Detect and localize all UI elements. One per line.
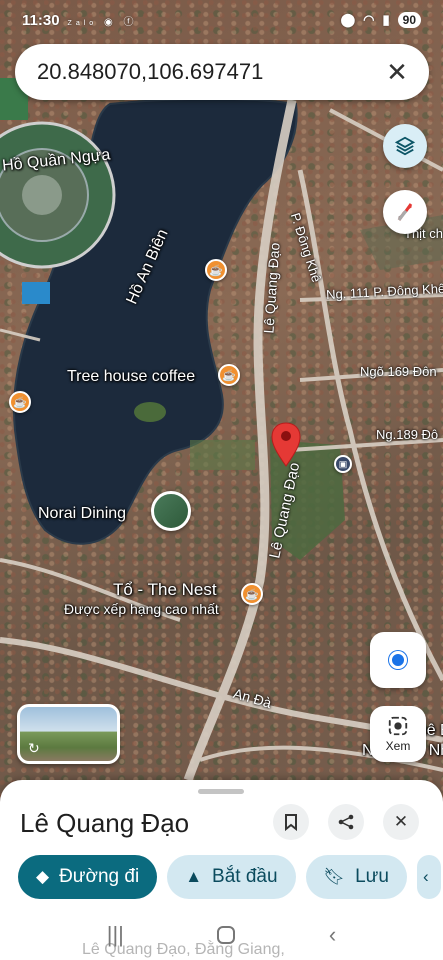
map-label-norai-dining[interactable]: Norai Dining — [38, 505, 126, 523]
compass-icon — [397, 203, 413, 221]
home-icon[interactable] — [217, 926, 236, 944]
island — [134, 402, 166, 422]
cafe-poi-icon-left[interactable]: ☕ — [9, 391, 31, 413]
close-sheet-button[interactable]: ✕ — [383, 804, 419, 840]
status-time: 11:30 — [22, 11, 60, 29]
layers-icon — [394, 136, 416, 156]
back-icon[interactable]: ‹ — [329, 922, 336, 948]
street-view-icon — [388, 716, 408, 736]
street-view-button[interactable]: Xem — [370, 706, 426, 762]
share-icon: ‹ — [422, 867, 429, 886]
battery-icon: 90 — [397, 12, 421, 28]
bookmark-icon: 🔖︎ — [323, 867, 346, 886]
save-button[interactable]: 🔖︎ Lưu — [305, 855, 407, 899]
share-icon — [338, 814, 354, 830]
bookmark-icon — [285, 814, 297, 831]
location-dot-icon — [389, 651, 407, 669]
directions-icon: ◆ — [36, 867, 50, 886]
road-label-ng189: Ng.189 Đô — [376, 427, 439, 442]
status-bar: 11:30 Zalo ◉ ⓕ ⬤ ◠ ▮ 90 — [0, 0, 443, 40]
signal-icon: ▮ — [382, 12, 390, 27]
place-bottom-sheet[interactable]: Lê Quang Đạo ✕ ◆ Đường đi ▲ Bắt đầu 🔖︎ L… — [0, 780, 443, 960]
cafe-poi-icon[interactable]: ☕ — [205, 259, 227, 281]
directions-button[interactable]: ◆ Đường đi — [18, 855, 158, 899]
share-chip-button[interactable]: ‹ — [416, 855, 441, 899]
navigation-arrow-icon: ▲ — [185, 867, 203, 886]
street-view-label: Xem — [385, 739, 411, 753]
map-label-the-nest[interactable]: Tổ - The Nest — [113, 580, 217, 600]
system-nav-bar: ||| ‹ — [0, 910, 443, 960]
street-view-thumbnail[interactable]: ↻ — [17, 704, 120, 764]
cafe-poi-icon-the-nest[interactable]: ☕ — [241, 583, 263, 605]
start-button[interactable]: ▲ Bắt đầu — [167, 855, 296, 899]
notification-icons: Zalo ◉ ⓕ — [68, 13, 138, 28]
share-button[interactable] — [328, 804, 364, 840]
save-label: Lưu — [355, 866, 389, 887]
norai-photo-marker[interactable] — [151, 491, 191, 531]
map-label-tree-house-coffee[interactable]: Tree house coffee — [67, 368, 195, 386]
drag-handle[interactable] — [198, 789, 244, 794]
directions-label: Đường đi — [59, 866, 140, 887]
facebook-icon: ⓕ — [123, 16, 138, 28]
zalo-icon: Zalo — [67, 19, 98, 27]
wifi-icon: ◠ — [363, 12, 375, 27]
location-status-icon: ⬤ — [340, 12, 356, 27]
close-icon: ✕ — [393, 812, 409, 831]
layers-button[interactable] — [383, 124, 427, 168]
chrome-icon: ◉ — [103, 16, 117, 28]
search-query[interactable]: 20.848070,106.697471 — [37, 59, 383, 85]
recent-apps-icon[interactable]: ||| — [107, 922, 124, 948]
compass-button[interactable] — [383, 190, 427, 234]
road-label-ng169: Ngõ 169 Đôn — [360, 364, 437, 379]
rotate-360-icon: ↻ — [28, 740, 40, 756]
start-label: Bắt đầu — [212, 866, 278, 887]
place-title: Lê Quang Đạo — [20, 808, 190, 838]
my-location-button[interactable] — [370, 632, 426, 688]
save-bookmark-button[interactable] — [273, 804, 309, 840]
close-icon[interactable]: ✕ — [383, 57, 411, 87]
search-bar[interactable]: 20.848070,106.697471 ✕ — [15, 44, 429, 100]
map-label-the-nest-subtitle: Được xếp hạng cao nhất — [64, 601, 219, 617]
bus-stop-icon[interactable]: ▣ — [334, 455, 352, 473]
action-chips: ◆ Đường đi ▲ Bắt đầu 🔖︎ Lưu ‹ — [18, 855, 441, 899]
cafe-poi-icon-tree-house[interactable]: ☕ — [218, 364, 240, 386]
